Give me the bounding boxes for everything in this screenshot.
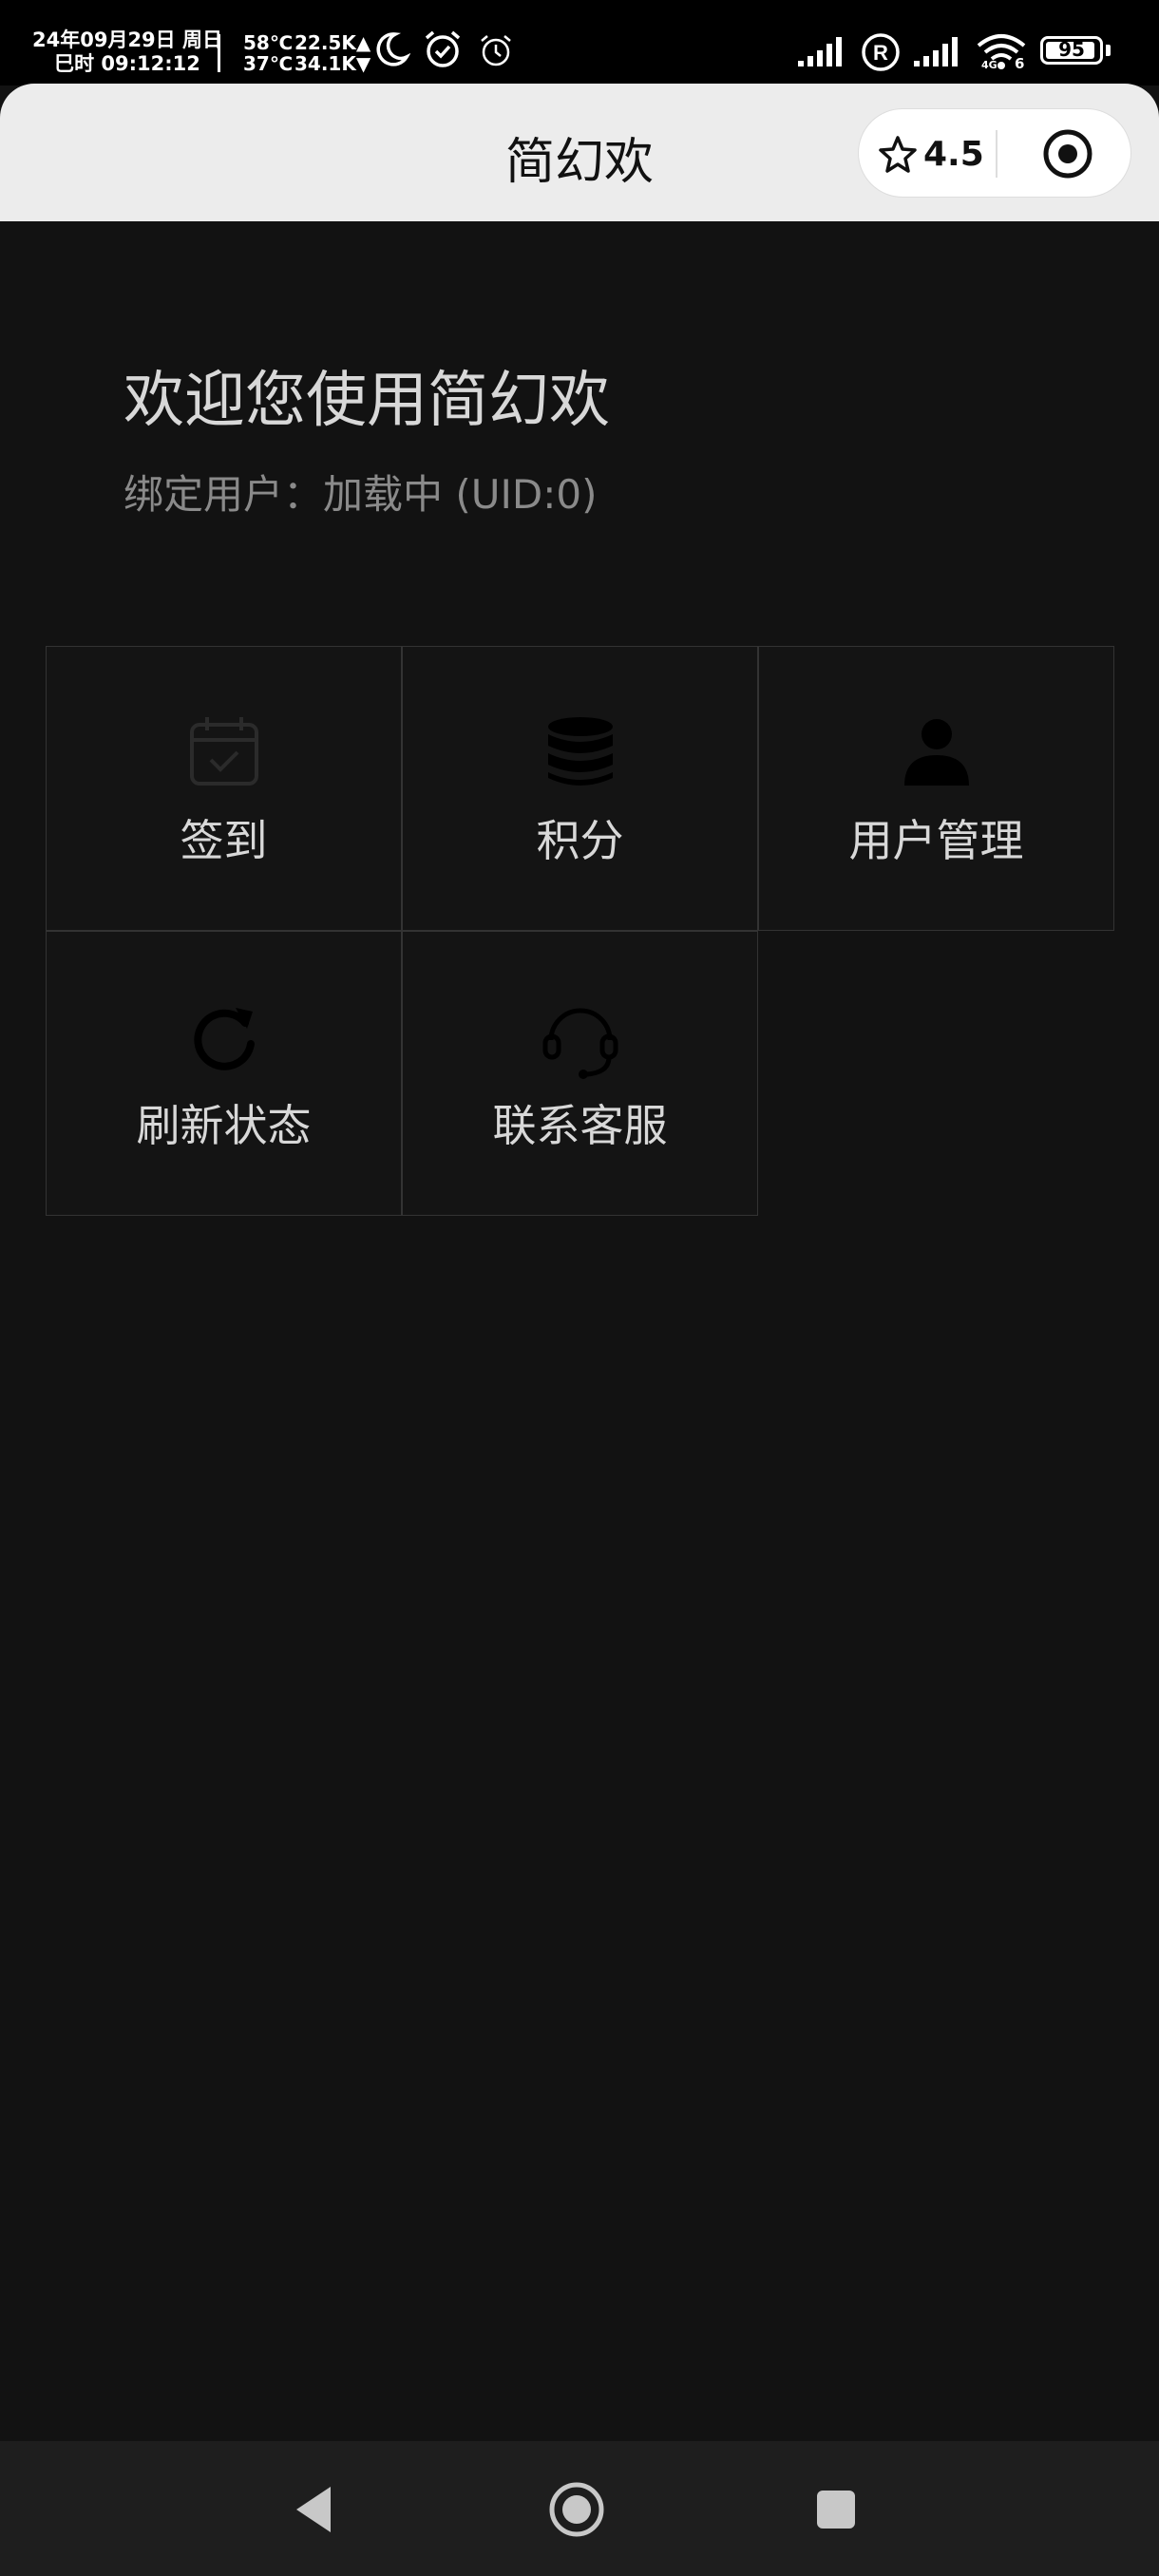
wifi-badge: 6 <box>1015 55 1025 72</box>
capsule-menu: 4.5 <box>858 108 1131 198</box>
home-icon[interactable] <box>547 2480 606 2539</box>
coins-stack-icon <box>547 717 613 786</box>
temp-low: 37℃ <box>243 52 294 75</box>
app-header: 简幻欢 4.5 <box>0 84 1159 221</box>
alarm-icon <box>481 35 511 66</box>
grid-item-points[interactable]: 积分 <box>402 646 758 931</box>
grid-item-label: 积分 <box>536 815 624 866</box>
status-datetime: 24年09月29日 周日 巳时 09:12:12 <box>32 28 222 76</box>
user-icon <box>903 719 969 786</box>
alarm-check-icon <box>425 30 461 67</box>
grid-item-label: 联系客服 <box>492 1100 668 1151</box>
battery-icon: 95 <box>1040 36 1103 65</box>
headset-icon <box>542 1008 618 1079</box>
upload-speed: 22.5K▲ <box>294 31 371 54</box>
grid-item-customer-service[interactable]: 联系客服 <box>402 931 758 1216</box>
bound-user-text: 绑定用户：加载中 (UID:0) <box>124 471 598 518</box>
refresh-icon <box>193 1008 255 1070</box>
welcome-title: 欢迎您使用简幻欢 <box>124 366 610 436</box>
download-speed: 34.1K▼ <box>294 52 371 75</box>
temp-high: 58℃ <box>243 31 294 54</box>
svg-text:R: R <box>873 41 888 65</box>
system-nav-bar <box>0 2441 1159 2576</box>
status-bar: 24年09月29日 周日 巳时 09:12:12 58℃ 37℃ 22.5K▲ … <box>0 0 1159 85</box>
status-time: 巳时 09:12:12 <box>54 52 200 75</box>
back-icon[interactable] <box>291 2483 338 2536</box>
grid-item-label: 用户管理 <box>848 815 1024 866</box>
network-type: 4G <box>981 59 998 71</box>
grid-item-user-management[interactable]: 用户管理 <box>758 646 1114 931</box>
moon-icon <box>376 32 410 66</box>
status-date: 24年09月29日 周日 <box>32 28 222 51</box>
status-temperatures: 58℃ 37℃ <box>243 32 293 74</box>
grid-item-refresh[interactable]: 刷新状态 <box>46 931 402 1216</box>
battery-tip <box>1106 45 1111 56</box>
feature-grid: 签到 积分 用户管理 刷新状态 联系客服 <box>46 646 1114 1216</box>
rating-button[interactable]: 4.5 <box>878 109 984 199</box>
status-separator <box>218 34 220 72</box>
rating-value: 4.5 <box>923 134 984 174</box>
battery-level: 95 <box>1058 38 1085 61</box>
recents-icon[interactable] <box>815 2489 857 2530</box>
grid-item-label: 刷新状态 <box>136 1100 312 1151</box>
signal-icon <box>798 37 842 66</box>
grid-item-checkin[interactable]: 签到 <box>46 646 402 931</box>
capsule-divider <box>996 130 998 178</box>
grid-item-label: 签到 <box>180 815 268 866</box>
registered-icon: R <box>862 33 900 71</box>
star-icon <box>879 136 917 173</box>
calendar-check-icon <box>189 717 258 786</box>
target-icon[interactable] <box>1041 127 1094 180</box>
signal-icon <box>914 37 958 66</box>
status-net-speeds: 22.5K▲ 34.1K▼ <box>294 32 370 74</box>
